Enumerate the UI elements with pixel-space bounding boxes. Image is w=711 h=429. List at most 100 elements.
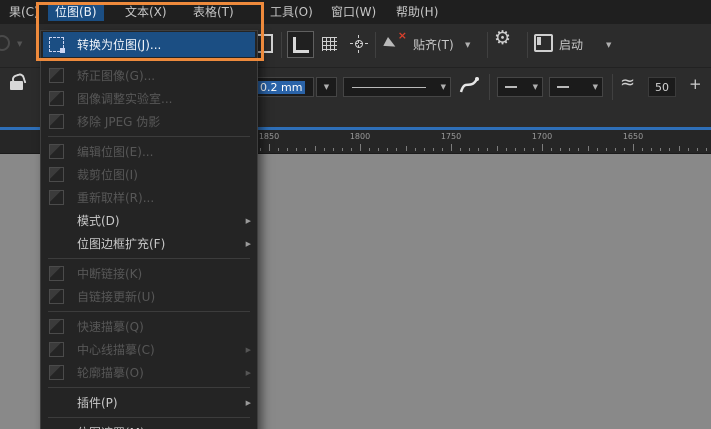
chevron-down-icon: ▼ [533,83,538,91]
menu-separator [48,417,250,418]
menubar-item-help[interactable]: 帮助(H) [389,3,445,21]
chevron-down-icon: ▼ [593,83,598,91]
partial-toolbar-icon [0,35,10,51]
submenu-arrow-icon: ▶ [246,369,251,377]
ruler-tick [315,146,316,151]
menu-item-convert-to-bitmap[interactable]: 转换为位图(J)... [43,32,255,57]
ruler-tick [333,148,334,151]
submenu-arrow-icon: ▶ [246,240,251,248]
rulers-toggle-button[interactable] [287,31,314,58]
menu-separator [48,60,250,61]
ruler-tick [305,148,306,151]
snap-to-dropdown[interactable]: 贴齐(T) [413,36,454,53]
menu-item-edit-bitmap: 编辑位图(E)... [41,140,257,163]
chevron-down-icon: ▼ [441,83,446,91]
ruler-tick [588,146,589,151]
ruler-tick [633,144,634,151]
ruler-tick [679,146,680,151]
ruler-tick [624,148,625,151]
quick-trace-icon [49,319,64,334]
ruler-tick [533,148,534,151]
resample-icon [49,190,64,205]
ruler-tick [478,148,479,151]
menu-item-plugins[interactable]: 插件(P)▶ [41,391,257,414]
gear-icon[interactable]: ⚙ [494,27,511,49]
ruler-label: 1750 [441,132,461,141]
menu-separator [48,258,250,259]
ruler-tick [487,148,488,151]
ruler-tick [660,148,661,151]
chevron-down-icon[interactable]: ▼ [606,41,611,49]
menu-item-label: 快速描摹(Q) [77,318,251,335]
ruler-tick [406,146,407,151]
menubar-item-text[interactable]: 文本(X) [118,3,174,21]
ruler-tick [260,148,261,151]
lock-button[interactable] [2,68,32,98]
launch-dropdown[interactable]: 启动 [559,36,583,53]
menu-item-label: 转换为位图(J)... [77,36,249,53]
menubar-item-table[interactable]: 表格(T) [186,3,241,21]
ruler-tick [669,148,670,151]
convert-to-bitmap-icon [49,37,64,52]
menu-item-label: 图像调整实验室... [77,90,251,107]
ruler-label: 1800 [350,132,370,141]
arrow-end-preview [557,86,569,88]
ruler-tick [296,148,297,151]
launch-icon[interactable] [534,34,553,52]
menu-item-bitmap-mask[interactable]: 位图遮罩(M)... [41,421,257,429]
menubar-item-bitmaps[interactable]: 位图(B) [48,3,104,21]
menu-item-mode[interactable]: 模式(D)▶ [41,209,257,232]
ruler-tick [651,148,652,151]
outline-trace-icon [49,365,64,380]
arrow-start-dropdown[interactable]: ▼ [497,77,543,97]
ruler-tick [524,148,525,151]
menu-item-image-adjustment-lab: 图像调整实验室... [41,87,257,110]
guidelines-icon [348,33,370,55]
smoothing-value: 50 [655,81,669,94]
guidelines-toggle-button[interactable] [348,33,370,55]
ruler-tick [369,148,370,151]
menu-bar: 果(C)位图(B) 文本(X) 表格(T) 工具(O)窗口(W) 帮助(H) [0,0,711,24]
submenu-arrow-icon: ▶ [246,346,251,354]
menu-item-label: 轮廓描摹(O) [77,364,242,381]
unlock-icon [10,81,23,90]
ruler-label: 1700 [532,132,552,141]
ruler-tick [342,148,343,151]
menu-separator [48,387,250,388]
straighten-image-icon [49,68,64,83]
menubar-item-effects[interactable]: 果(C) [2,3,46,21]
arrow-end-dropdown[interactable]: ▼ [549,77,603,97]
ruler-tick [433,148,434,151]
chevron-down-icon[interactable]: ▼ [465,41,470,49]
menu-separator [48,136,250,137]
grid-toggle-button[interactable] [318,33,340,55]
ruler-tick [387,148,388,151]
ruler-tick [451,144,452,151]
ruler-tick [615,148,616,151]
outline-width-dropdown-button[interactable]: ▼ [316,77,337,97]
menu-item-outline-trace: 轮廓描摹(O) ▶ [41,361,257,384]
smoothing-value-input[interactable]: 50 [648,77,676,97]
menu-item-label: 重新取样(R)... [77,189,251,206]
ruler-tick [506,148,507,151]
outline-width-value: 0.2 mm [257,81,305,94]
ruler-tick [697,148,698,151]
menu-item-label: 模式(D) [77,212,242,229]
menu-item-bitmap-boundary-expand[interactable]: 位图边框扩充(F)▶ [41,232,257,255]
outline-width-input[interactable]: 0.2 mm [254,77,314,97]
arrow-start-preview [505,86,517,88]
menubar-item-window[interactable]: 窗口(W) [324,3,383,21]
plus-icon[interactable]: + [689,75,702,93]
ruler-tick [269,144,270,151]
snap-off-button[interactable]: × [381,32,407,56]
ruler-tick [469,148,470,151]
menu-item-label: 中断链接(K) [77,265,251,282]
menu-item-label: 编辑位图(E)... [77,143,251,160]
menubar-item-tools[interactable]: 工具(O) [263,3,320,21]
ruler-tick [396,148,397,151]
ruler-tick [597,148,598,151]
brush-smooth-icon[interactable] [458,75,480,101]
line-style-dropdown[interactable]: ▼ [343,77,451,97]
image-adjustment-lab-icon [49,91,64,106]
app-window: ▼ × 贴齐(T) ▼ ⚙ 启动 ▼ 0.2 mm ▼ ▼ ▼ [0,0,711,429]
